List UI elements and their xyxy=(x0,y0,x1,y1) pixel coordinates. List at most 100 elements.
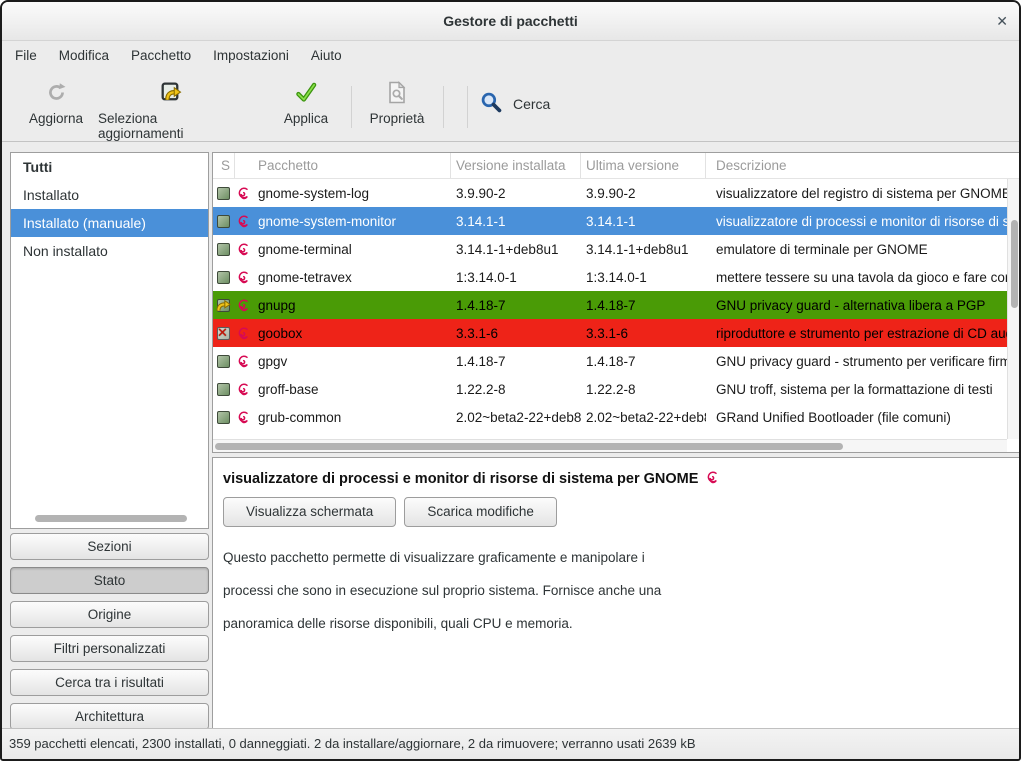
debian-swirl-icon xyxy=(705,470,719,484)
column-header-pacchetto[interactable]: Pacchetto xyxy=(251,153,451,178)
apply-button[interactable]: Applica xyxy=(268,79,344,126)
horizontal-scrollbar-thumb[interactable] xyxy=(215,443,843,450)
installed-version-cell: 3.9.90-2 xyxy=(451,186,581,201)
supported-cell xyxy=(235,410,251,424)
supported-cell xyxy=(235,186,251,200)
description-cell: GNU privacy guard - strumento per verifi… xyxy=(706,354,1007,369)
table-row-gnome-system-log[interactable]: gnome-system-log 3.9.90-2 3.9.90-2 visua… xyxy=(213,179,1007,207)
description-cell: mettere tessere su una tavola da gioco e… xyxy=(706,270,1007,285)
table-row-goobox[interactable]: goobox 3.3.1-6 3.3.1-6 riproduttore e st… xyxy=(213,319,1007,347)
debian-swirl-icon xyxy=(236,410,250,424)
table-row-gnome-terminal[interactable]: gnome-terminal 3.14.1-1+deb8u1 3.14.1-1+… xyxy=(213,235,1007,263)
filter-button-stato[interactable]: Stato xyxy=(10,567,209,594)
filter-list-hscrollbar-thumb[interactable] xyxy=(35,515,187,522)
filter-button-origine[interactable]: Origine xyxy=(10,601,209,628)
vertical-scrollbar-thumb[interactable] xyxy=(1011,220,1018,308)
table-row-grub-pc[interactable]: grub-pc 2.02~beta2-22+deb8u1 2.02~beta2-… xyxy=(213,431,1007,439)
package-summary-text: visualizzatore di processi e monitor di … xyxy=(223,471,698,487)
mark-upgrades-button[interactable]: Seleziona aggiornamenti xyxy=(98,79,242,141)
installed-status-icon xyxy=(217,271,230,284)
column-header-ultima-versione[interactable]: Ultima versione xyxy=(581,153,706,178)
table-row-gpgv[interactable]: gpgv 1.4.18-7 1.4.18-7 GNU privacy guard… xyxy=(213,347,1007,375)
menu-item-aiuto[interactable]: Aiuto xyxy=(311,48,342,63)
column-header-blank[interactable] xyxy=(235,153,251,178)
package-list-panel: S PacchettoVersione installataUltima vers… xyxy=(212,152,1021,453)
mark-upgrades-icon xyxy=(158,79,183,106)
debian-swirl-icon xyxy=(236,214,250,228)
latest-version-cell: 1.22.2-8 xyxy=(581,382,706,397)
installed-version-cell: 1.22.2-8 xyxy=(451,382,581,397)
column-header-s[interactable]: S xyxy=(213,153,235,178)
supported-cell xyxy=(235,326,251,340)
filter-button-filtri-personalizzati[interactable]: Filtri personalizzati xyxy=(10,635,209,662)
description-cell: emulatore di terminale per GNOME xyxy=(706,242,1007,257)
menu-item-modifica[interactable]: Modifica xyxy=(59,48,109,63)
latest-version-cell: 2.02~beta2-22+deb8u1 xyxy=(581,410,706,425)
package-name-cell: gnupg xyxy=(251,298,451,313)
latest-version-cell: 3.14.1-1 xyxy=(581,214,706,229)
titlebar[interactable]: Gestore di pacchetti ✕ xyxy=(2,2,1019,41)
installed-status-icon xyxy=(217,411,230,424)
detail-buttons: Visualizza schermata Scarica modifiche xyxy=(223,497,1010,527)
table-row-gnupg[interactable]: gnupg 1.4.18-7 1.4.18-7 GNU privacy guar… xyxy=(213,291,1007,319)
menu-item-file[interactable]: File xyxy=(15,48,37,63)
table-row-gnome-system-monitor[interactable]: gnome-system-monitor 3.14.1-1 3.14.1-1 v… xyxy=(213,207,1007,235)
get-screenshot-button[interactable]: Visualizza schermata xyxy=(223,497,396,527)
get-changelog-button[interactable]: Scarica modifiche xyxy=(404,497,557,527)
description-cell: GNU privacy guard - alternativa libera a… xyxy=(706,298,1007,313)
package-name-cell: grub-common xyxy=(251,410,451,425)
debian-swirl-icon xyxy=(705,470,719,488)
filter-button-cerca-tra-i-risultati[interactable]: Cerca tra i risultati xyxy=(10,669,209,696)
table-row-grub-common[interactable]: grub-common 2.02~beta2-22+deb8u1 2.02~be… xyxy=(213,403,1007,431)
installed-version-cell: 3.14.1-1+deb8u1 xyxy=(451,242,581,257)
table-row-groff-base[interactable]: groff-base 1.22.2-8 1.22.2-8 GNU troff, … xyxy=(213,375,1007,403)
debian-swirl-icon xyxy=(236,186,250,200)
filter-button-sezioni[interactable]: Sezioni xyxy=(10,533,209,560)
toolbar-separator xyxy=(443,86,444,128)
package-name-cell: gnome-terminal xyxy=(251,242,451,257)
filter-item-installato-manuale[interactable]: Installato (manuale) xyxy=(11,209,208,237)
package-name-cell: gnome-tetravex xyxy=(251,270,451,285)
status-cell xyxy=(213,354,235,369)
debian-swirl-icon xyxy=(236,382,250,396)
search-button[interactable]: Cerca xyxy=(479,90,550,118)
refresh-button[interactable]: Aggiorna xyxy=(18,79,94,126)
table-row-gnome-tetravex[interactable]: gnome-tetravex 1:3.14.0-1 1:3.14.0-1 met… xyxy=(213,263,1007,291)
status-cell xyxy=(213,270,235,285)
apply-label: Applica xyxy=(284,111,328,126)
toolbar-separator xyxy=(351,86,352,128)
vertical-scrollbar[interactable] xyxy=(1007,179,1020,439)
properties-button[interactable]: Proprietà xyxy=(358,79,436,126)
filter-item-non-installato[interactable]: Non installato xyxy=(11,237,208,265)
menu-item-impostazioni[interactable]: Impostazioni xyxy=(213,48,289,63)
table-header: S PacchettoVersione installataUltima vers… xyxy=(213,153,1020,179)
package-name-cell: groff-base xyxy=(251,382,451,397)
filter-button-architettura[interactable]: Architettura xyxy=(10,703,209,730)
installed-version-cell: 3.3.1-6 xyxy=(451,326,581,341)
installed-status-icon xyxy=(217,243,230,256)
filter-item-tutti[interactable]: Tutti xyxy=(11,153,208,181)
installed-status-icon xyxy=(217,383,230,396)
debian-swirl-icon xyxy=(236,242,250,256)
horizontal-scrollbar[interactable] xyxy=(213,439,1007,452)
supported-cell xyxy=(235,354,251,368)
toolbar: Aggiorna Seleziona aggiornamenti Appli xyxy=(2,70,1019,142)
debian-swirl-icon xyxy=(236,326,250,340)
main-area: TuttiInstallatoInstallato (manuale)Non i… xyxy=(2,144,1019,728)
toolbar-separator xyxy=(467,86,468,128)
window-title: Gestore di pacchetti xyxy=(2,2,1019,41)
column-header-versione-installata[interactable]: Versione installata xyxy=(451,153,581,178)
filter-item-installato[interactable]: Installato xyxy=(11,181,208,209)
description-line: panoramica delle risorse disponibili, qu… xyxy=(223,607,1010,640)
column-header-descrizione[interactable]: Descrizione xyxy=(706,153,1020,178)
close-icon[interactable]: ✕ xyxy=(996,2,1008,41)
package-name-cell: goobox xyxy=(251,326,451,341)
synaptic-window: Gestore di pacchetti ✕ File Modifica Pacch… xyxy=(0,0,1021,761)
latest-version-cell: 3.14.1-1+deb8u1 xyxy=(581,242,706,257)
refresh-label: Aggiorna xyxy=(29,111,83,126)
search-label: Cerca xyxy=(513,96,550,112)
supported-cell xyxy=(235,270,251,284)
properties-label: Proprietà xyxy=(370,111,425,126)
description-cell: visualizzatore del registro di sistema p… xyxy=(706,186,1007,201)
menu-item-pacchetto[interactable]: Pacchetto xyxy=(131,48,191,63)
